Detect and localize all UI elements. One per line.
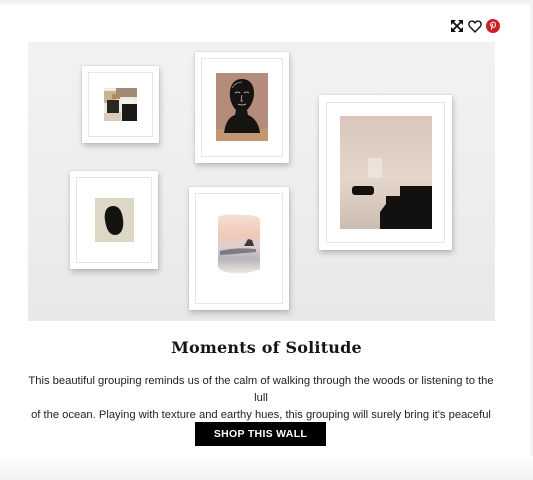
- frame-black-figure: [195, 52, 289, 163]
- frame-abstract-collage: [82, 66, 159, 143]
- bottom-shade: [0, 456, 533, 480]
- shop-this-wall-button[interactable]: SHOP THIS WALL: [195, 422, 326, 446]
- collection-title: Moments of Solitude: [171, 338, 362, 357]
- expand-icon[interactable]: [449, 19, 464, 34]
- frame-sunset-watercolor: [189, 187, 289, 310]
- sunset-watercolor-art: [216, 211, 262, 281]
- black-figure-art: [216, 73, 268, 141]
- heart-icon[interactable]: [467, 19, 482, 34]
- black-stone-art: [95, 198, 134, 242]
- abstract-collage-art: [104, 88, 137, 121]
- neutral-abstract-art: [340, 116, 432, 229]
- description-line-1: This beautiful grouping reminds us of th…: [28, 375, 494, 404]
- gallery-wall-image[interactable]: [28, 42, 495, 321]
- top-shade: [0, 0, 533, 6]
- frame-neutral-abstract: [319, 95, 452, 250]
- pinterest-icon[interactable]: [485, 19, 500, 34]
- frame-black-stone: [70, 171, 158, 269]
- image-actions: [449, 18, 500, 34]
